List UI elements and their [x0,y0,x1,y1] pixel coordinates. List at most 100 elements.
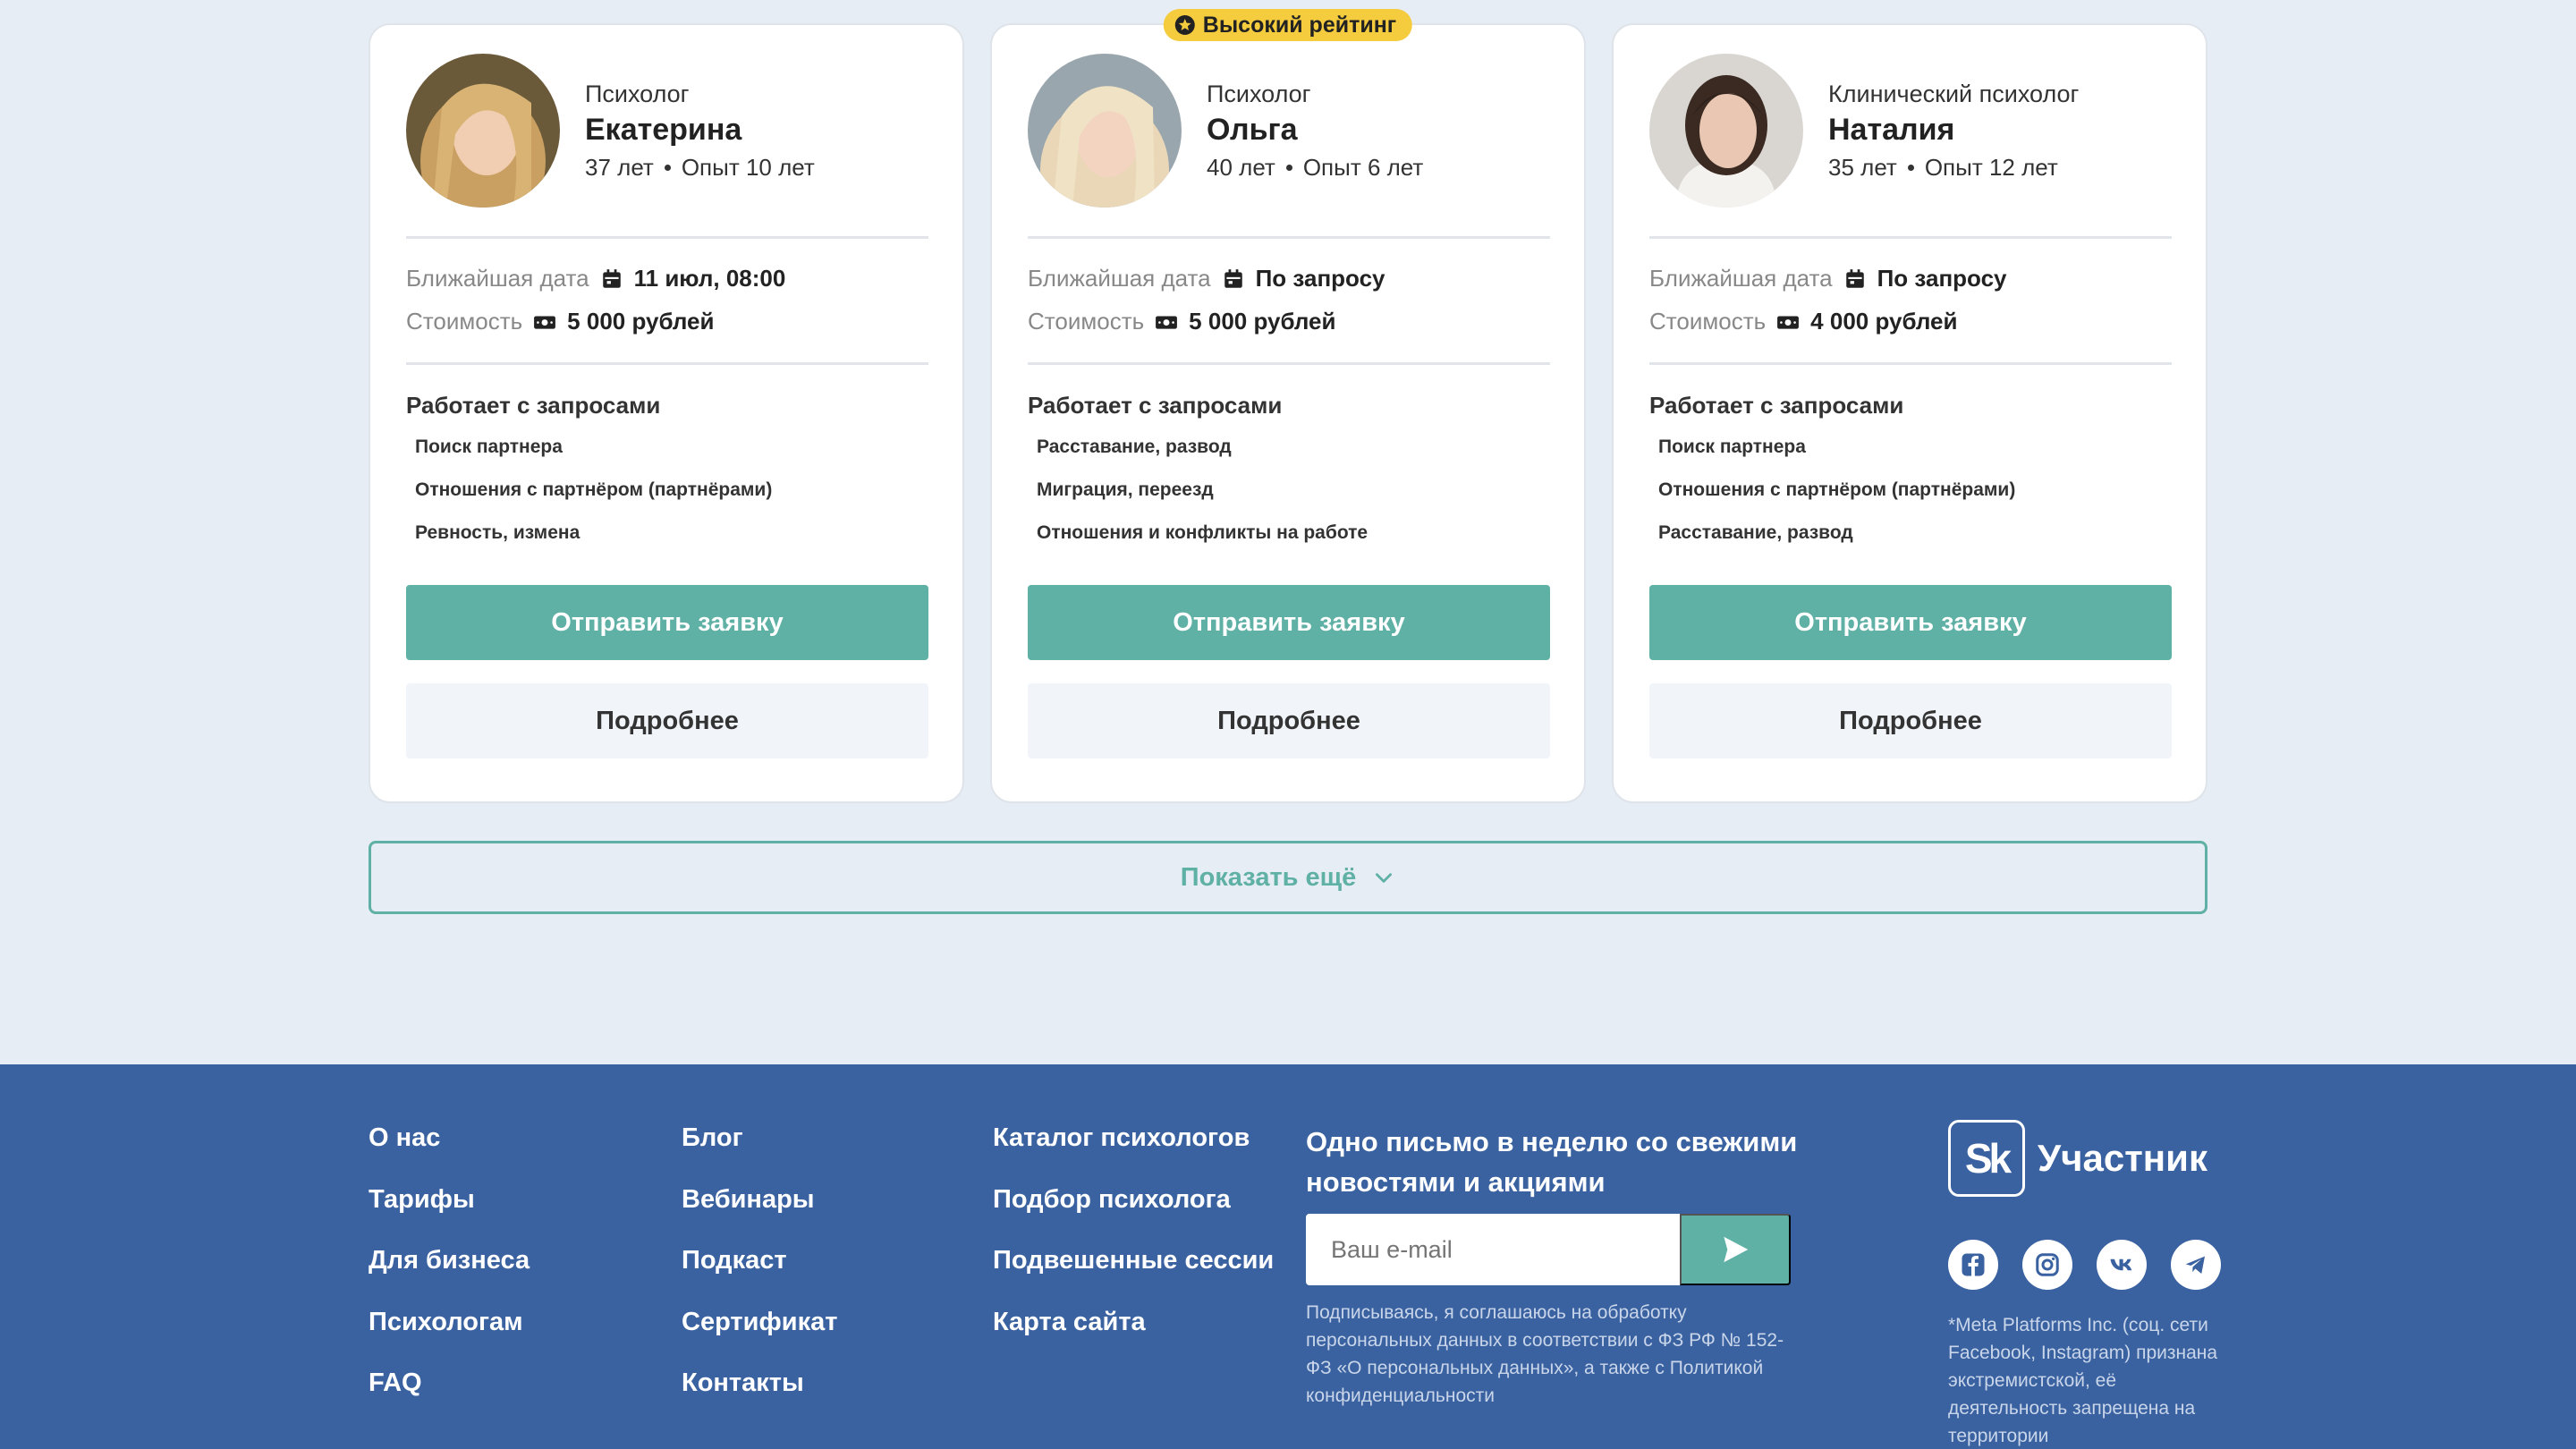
consent-text: Подписываясь, я соглашаюсь на обработку … [1306,1302,1784,1406]
email-input[interactable] [1306,1214,1682,1285]
meta-disclaimer: *Meta Platforms Inc. (соц. сети Facebook… [1948,1315,2218,1446]
footer-link-about[interactable]: О нас [369,1123,530,1159]
nearest-date-row: Ближайшая дата По запросу [1028,265,1385,292]
footer-link-podcast[interactable]: Подкаст [682,1246,837,1282]
topics-title: Работает с запросами [1649,392,1904,419]
footer-link-webinars[interactable]: Вебинары [682,1185,837,1221]
experience: Опыт 6 лет [1302,154,1424,181]
skolkovo-member-logo: Sk Участник [1948,1120,2207,1197]
facebook-icon [1962,1253,1985,1276]
details-button[interactable]: Подробнее [1649,683,2172,758]
money-icon [1156,316,1178,329]
cost-label: Стоимость [406,308,523,335]
age: 35 лет [1828,154,1897,181]
age-experience: 40 лет Опыт 6 лет [1207,154,1423,182]
telegram-icon [2185,1256,2205,1274]
telegram-link[interactable] [2171,1240,2221,1290]
avatar[interactable] [406,54,560,208]
topic-tag: Расставание, развод [1649,515,1862,551]
footer-link-sitemap[interactable]: Карта сайта [993,1308,1274,1343]
avatar[interactable] [1028,54,1182,208]
money-icon [534,316,556,329]
role: Клинический психолог [1828,80,2080,107]
cost-label: Стоимость [1649,308,1767,335]
nearest-date-value: 11 июл, 08:00 [633,265,786,292]
footer-link-catalog[interactable]: Каталог психологов [993,1123,1274,1159]
psychologist-card: Высокий рейтинг Психолог Ольга 40 лет Оп… [990,9,1586,803]
footer-link-contacts[interactable]: Контакты [682,1368,837,1404]
vk-icon [2110,1258,2132,1271]
topic-tag: Отношения с партнёром (партнёрами) [406,472,782,508]
footer-link-for-psychologists[interactable]: Психологам [369,1308,530,1343]
subscribe-button[interactable] [1680,1214,1791,1285]
psychologist-name[interactable]: Наталия [1828,113,1954,148]
footer-column: Каталог психологов Подбор психолога Подв… [993,1123,1274,1368]
role: Психолог [1207,80,1311,107]
topic-tag: Отношения и конфликты на работе [1028,515,1377,551]
divider [406,236,928,239]
social-links [1948,1240,2221,1290]
calendar-icon [602,268,621,288]
topic-tag: Поиск партнера [406,429,572,465]
psychologist-card: Клинический психолог Наталия 35 лет Опыт… [1612,23,2207,803]
nearest-date-label: Ближайшая дата [1028,265,1211,292]
footer-link-business[interactable]: Для бизнеса [369,1246,530,1282]
site-footer: О нас Тарифы Для бизнеса Психологам FAQ … [0,1064,2576,1449]
facebook-link[interactable] [1948,1240,1998,1290]
vk-link[interactable] [2097,1240,2147,1290]
footer-link-certificate[interactable]: Сертификат [682,1308,837,1343]
nearest-date-value: По запросу [1255,265,1385,292]
cost-row: Стоимость 4 000 рублей [1649,308,1958,335]
calendar-icon [1224,268,1242,288]
show-more-label: Показать ещё [1180,862,1357,892]
submit-request-button[interactable]: Отправить заявку [406,585,928,660]
footer-link-blog[interactable]: Блог [682,1123,837,1159]
experience: Опыт 12 лет [1924,154,2058,181]
topic-tag: Ревность, измена [406,515,589,551]
nearest-date-value: По запросу [1877,265,2007,292]
nearest-date-label: Ближайшая дата [406,265,589,292]
calendar-icon [1845,268,1864,288]
logo-mark: Sk [1948,1120,2025,1197]
topics-title: Работает с запросами [1028,392,1283,419]
separator-dot [1907,165,1914,171]
cost-value: 5 000 рублей [567,308,715,335]
topic-tag: Расставание, развод [1028,429,1241,465]
submit-request-button[interactable]: Отправить заявку [1649,585,2172,660]
cost-value: 5 000 рублей [1189,308,1336,335]
logo-text: Участник [2038,1137,2208,1179]
topic-tag: Миграция, переезд [1028,472,1223,508]
cost-row: Стоимость 5 000 рублей [1028,308,1336,335]
instagram-icon [2036,1253,2059,1276]
nearest-date-row: Ближайшая дата По запросу [1649,265,2007,292]
avatar[interactable] [1649,54,1803,208]
footer-link-tariffs[interactable]: Тарифы [369,1185,530,1221]
age-experience: 35 лет Опыт 12 лет [1828,154,2058,182]
divider [1649,236,2172,239]
show-more-button[interactable]: Показать ещё [369,841,2207,914]
separator-dot [664,165,671,171]
psychologist-card: Психолог Екатерина 37 лет Опыт 10 лет Бл… [369,23,964,803]
divider [1649,362,2172,365]
chevron-down-icon [1376,873,1393,883]
details-button[interactable]: Подробнее [1028,683,1550,758]
psychologist-name[interactable]: Екатерина [585,113,741,148]
psychologist-name[interactable]: Ольга [1207,113,1298,148]
age: 37 лет [585,154,654,181]
submit-request-button[interactable]: Отправить заявку [1028,585,1550,660]
cost-label: Стоимость [1028,308,1145,335]
footer-link-suspended-sessions[interactable]: Подвешенные сессии [993,1246,1274,1282]
divider [1028,362,1550,365]
footer-link-faq[interactable]: FAQ [369,1368,530,1404]
high-rating-badge: Высокий рейтинг [1163,9,1413,41]
psychologist-cards: Психолог Екатерина 37 лет Опыт 10 лет Бл… [369,9,2207,803]
divider [1028,236,1550,239]
topic-tag: Поиск партнера [1649,429,1815,465]
footer-link-matching[interactable]: Подбор психолога [993,1185,1274,1221]
star-icon [1174,15,1195,35]
instagram-link[interactable] [2022,1240,2072,1290]
age: 40 лет [1207,154,1275,181]
details-button[interactable]: Подробнее [406,683,928,758]
send-icon [1724,1236,1749,1263]
separator-dot [1285,165,1292,171]
